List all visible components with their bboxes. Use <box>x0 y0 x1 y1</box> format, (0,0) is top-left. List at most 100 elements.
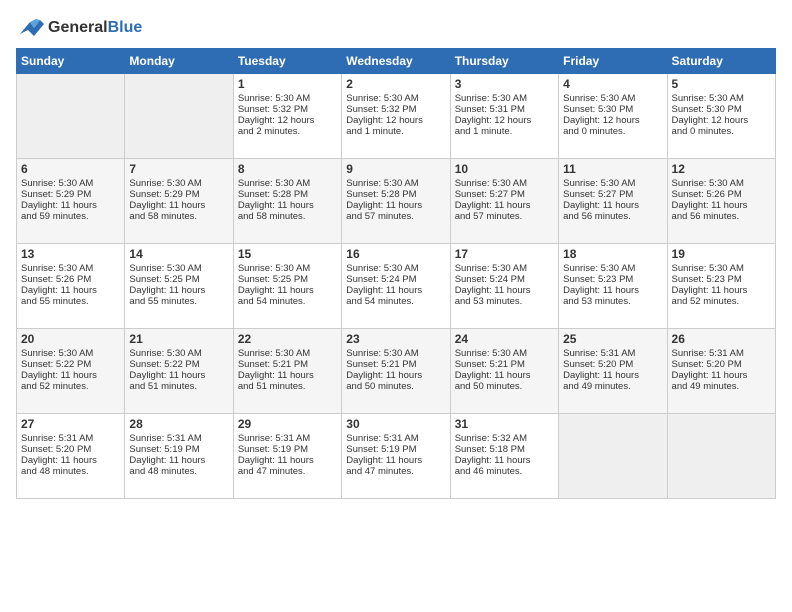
day-info-line: Sunrise: 5:30 AM <box>238 93 337 104</box>
day-number: 7 <box>129 162 228 176</box>
day-number: 9 <box>346 162 445 176</box>
day-info-line: Daylight: 11 hours <box>455 285 554 296</box>
day-info-line: Sunset: 5:21 PM <box>455 359 554 370</box>
day-info-line: Daylight: 11 hours <box>21 285 120 296</box>
calendar-cell <box>125 74 233 159</box>
day-info-line: Sunrise: 5:31 AM <box>238 433 337 444</box>
column-header-friday: Friday <box>559 49 667 74</box>
day-info-line: Daylight: 11 hours <box>129 455 228 466</box>
calendar-cell: 12Sunrise: 5:30 AMSunset: 5:26 PMDayligh… <box>667 159 775 244</box>
day-info-line: Sunset: 5:19 PM <box>238 444 337 455</box>
day-info-line: Daylight: 11 hours <box>21 455 120 466</box>
day-info-line: Sunset: 5:20 PM <box>672 359 771 370</box>
calendar-cell: 2Sunrise: 5:30 AMSunset: 5:32 PMDaylight… <box>342 74 450 159</box>
day-info-line: and 48 minutes. <box>129 466 228 477</box>
day-info-line: Daylight: 11 hours <box>672 200 771 211</box>
calendar-cell: 30Sunrise: 5:31 AMSunset: 5:19 PMDayligh… <box>342 414 450 499</box>
day-number: 29 <box>238 417 337 431</box>
calendar-cell: 23Sunrise: 5:30 AMSunset: 5:21 PMDayligh… <box>342 329 450 414</box>
day-info-line: and 58 minutes. <box>129 211 228 222</box>
day-info-line: Sunset: 5:28 PM <box>238 189 337 200</box>
calendar-cell: 16Sunrise: 5:30 AMSunset: 5:24 PMDayligh… <box>342 244 450 329</box>
column-header-sunday: Sunday <box>17 49 125 74</box>
day-info-line: Sunset: 5:19 PM <box>346 444 445 455</box>
page-header: GeneralBlue <box>16 16 776 40</box>
day-info-line: Sunset: 5:26 PM <box>21 274 120 285</box>
day-info-line: Daylight: 11 hours <box>238 455 337 466</box>
day-info-line: Sunset: 5:29 PM <box>21 189 120 200</box>
day-info-line: Sunrise: 5:30 AM <box>129 348 228 359</box>
day-info-line: Sunset: 5:31 PM <box>455 104 554 115</box>
day-info-line: Sunset: 5:30 PM <box>672 104 771 115</box>
day-info-line: Daylight: 11 hours <box>21 370 120 381</box>
day-info-line: and 49 minutes. <box>672 381 771 392</box>
day-info-line: Sunrise: 5:30 AM <box>21 348 120 359</box>
day-number: 31 <box>455 417 554 431</box>
day-info-line: and 48 minutes. <box>21 466 120 477</box>
day-info-line: and 46 minutes. <box>455 466 554 477</box>
day-number: 24 <box>455 332 554 346</box>
day-number: 12 <box>672 162 771 176</box>
day-info-line: Sunrise: 5:30 AM <box>346 93 445 104</box>
day-number: 27 <box>21 417 120 431</box>
calendar-cell: 20Sunrise: 5:30 AMSunset: 5:22 PMDayligh… <box>17 329 125 414</box>
day-info-line: Sunrise: 5:30 AM <box>563 263 662 274</box>
day-info-line: Daylight: 11 hours <box>563 285 662 296</box>
day-info-line: Sunrise: 5:31 AM <box>672 348 771 359</box>
calendar-body: 1Sunrise: 5:30 AMSunset: 5:32 PMDaylight… <box>17 74 776 499</box>
day-info-line: and 1 minute. <box>455 126 554 137</box>
day-info-line: Sunrise: 5:31 AM <box>346 433 445 444</box>
day-info-line: Daylight: 11 hours <box>129 370 228 381</box>
calendar-cell: 26Sunrise: 5:31 AMSunset: 5:20 PMDayligh… <box>667 329 775 414</box>
day-info-line: and 52 minutes. <box>672 296 771 307</box>
day-info-line: Daylight: 12 hours <box>455 115 554 126</box>
day-number: 15 <box>238 247 337 261</box>
day-info-line: Daylight: 11 hours <box>563 370 662 381</box>
day-info-line: and 55 minutes. <box>129 296 228 307</box>
day-number: 14 <box>129 247 228 261</box>
calendar-cell: 7Sunrise: 5:30 AMSunset: 5:29 PMDaylight… <box>125 159 233 244</box>
day-info-line: Sunrise: 5:30 AM <box>672 263 771 274</box>
day-info-line: Daylight: 11 hours <box>563 200 662 211</box>
calendar-cell: 11Sunrise: 5:30 AMSunset: 5:27 PMDayligh… <box>559 159 667 244</box>
day-info-line: and 0 minutes. <box>563 126 662 137</box>
logo-icon <box>16 16 44 40</box>
day-info-line: Sunrise: 5:30 AM <box>238 348 337 359</box>
day-number: 25 <box>563 332 662 346</box>
calendar-cell: 17Sunrise: 5:30 AMSunset: 5:24 PMDayligh… <box>450 244 558 329</box>
day-info-line: Sunset: 5:32 PM <box>238 104 337 115</box>
day-info-line: and 56 minutes. <box>563 211 662 222</box>
day-number: 5 <box>672 77 771 91</box>
day-number: 17 <box>455 247 554 261</box>
day-info-line: Sunrise: 5:30 AM <box>672 93 771 104</box>
day-number: 30 <box>346 417 445 431</box>
day-info-line: Sunrise: 5:30 AM <box>21 263 120 274</box>
calendar-cell: 9Sunrise: 5:30 AMSunset: 5:28 PMDaylight… <box>342 159 450 244</box>
day-info-line: Daylight: 12 hours <box>346 115 445 126</box>
day-info-line: and 57 minutes. <box>346 211 445 222</box>
day-info-line: Sunrise: 5:30 AM <box>346 263 445 274</box>
day-info-line: Daylight: 12 hours <box>238 115 337 126</box>
day-info-line: Sunset: 5:25 PM <box>238 274 337 285</box>
day-info-line: Sunrise: 5:32 AM <box>455 433 554 444</box>
day-info-line: Daylight: 11 hours <box>21 200 120 211</box>
day-number: 18 <box>563 247 662 261</box>
calendar-cell <box>559 414 667 499</box>
day-info-line: Daylight: 11 hours <box>455 370 554 381</box>
calendar-table: SundayMondayTuesdayWednesdayThursdayFrid… <box>16 48 776 499</box>
day-info-line: Sunrise: 5:30 AM <box>563 178 662 189</box>
day-number: 2 <box>346 77 445 91</box>
calendar-cell <box>17 74 125 159</box>
day-info-line: Sunset: 5:30 PM <box>563 104 662 115</box>
day-info-line: and 58 minutes. <box>238 211 337 222</box>
day-info-line: Sunrise: 5:30 AM <box>129 263 228 274</box>
day-info-line: Sunrise: 5:30 AM <box>563 93 662 104</box>
calendar-cell: 27Sunrise: 5:31 AMSunset: 5:20 PMDayligh… <box>17 414 125 499</box>
day-info-line: and 57 minutes. <box>455 211 554 222</box>
day-info-line: Sunset: 5:29 PM <box>129 189 228 200</box>
column-header-monday: Monday <box>125 49 233 74</box>
calendar-cell: 6Sunrise: 5:30 AMSunset: 5:29 PMDaylight… <box>17 159 125 244</box>
calendar-week-row: 6Sunrise: 5:30 AMSunset: 5:29 PMDaylight… <box>17 159 776 244</box>
day-number: 13 <box>21 247 120 261</box>
column-header-saturday: Saturday <box>667 49 775 74</box>
